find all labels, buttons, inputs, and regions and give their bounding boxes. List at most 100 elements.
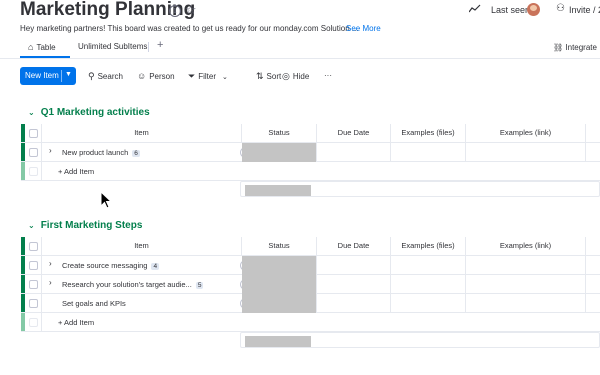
activity-icon[interactable] [469, 4, 481, 14]
add-view-button[interactable]: + [157, 39, 163, 51]
row-checkbox[interactable] [29, 299, 38, 308]
link-cell[interactable] [465, 256, 585, 275]
table-row[interactable]: › Create source messaging 4 [21, 256, 600, 275]
status-summary-bar[interactable] [245, 336, 311, 347]
column-header-status[interactable]: Status [241, 237, 316, 256]
group-title-label: Q1 Marketing activities [40, 107, 150, 118]
table-row[interactable]: › New product launch 6 [21, 143, 600, 162]
files-cell[interactable] [390, 256, 465, 275]
status-cell[interactable] [242, 275, 316, 294]
table-row[interactable]: Set goals and KPIs [21, 294, 600, 313]
column-header-link[interactable]: Examples (link) [465, 124, 585, 143]
filter-button[interactable]: ⏷ Filter ⌄ [188, 71, 228, 82]
status-cell[interactable] [242, 294, 316, 313]
last-seen-label[interactable]: Last seen [491, 5, 530, 15]
extra-cell [585, 256, 600, 275]
select-all-checkbox[interactable] [29, 129, 38, 138]
item-name[interactable]: New product launch 6 [62, 148, 140, 157]
star-icon[interactable]: ☆ [185, 2, 197, 18]
subitems-count-badge[interactable]: 6 [132, 150, 140, 157]
item-name-text: New product launch [62, 148, 129, 157]
see-more-link[interactable]: See More [346, 24, 381, 33]
add-item-cell[interactable]: + Add Item [41, 313, 600, 332]
add-item-row[interactable]: + Add Item [21, 162, 600, 181]
group-summary [240, 332, 600, 348]
due-date-cell[interactable] [316, 143, 390, 162]
group-title-label: First Marketing Steps [40, 220, 143, 231]
info-icon[interactable]: i [169, 5, 181, 17]
sort-button[interactable]: ⇅ Sort [256, 71, 281, 82]
column-header-link[interactable]: Examples (link) [465, 237, 585, 256]
item-name[interactable]: Research your solution's target audie...… [62, 280, 204, 289]
avatar[interactable] [527, 3, 540, 16]
chevron-right-icon[interactable]: › [49, 278, 52, 287]
column-header-files[interactable]: Examples (files) [390, 124, 465, 143]
add-item-input[interactable]: + Add Item [58, 318, 94, 327]
link-cell[interactable] [465, 275, 585, 294]
hide-button[interactable]: ◎ Hide [282, 71, 309, 82]
column-header-files[interactable]: Examples (files) [390, 237, 465, 256]
person-filter-button[interactable]: ☺ Person [137, 71, 175, 81]
mouse-cursor [100, 191, 112, 209]
item-cell[interactable]: Set goals and KPIs [41, 294, 253, 313]
column-header-item[interactable]: Item [41, 124, 241, 143]
tab-unlimited-subitems[interactable]: Unlimited SubItems [78, 42, 147, 51]
subitems-count-badge[interactable]: 4 [151, 263, 160, 270]
new-item-button[interactable]: New Item ▼ [20, 67, 76, 85]
chevron-down-icon[interactable]: ⌄ [28, 108, 35, 117]
item-name-text: Research your solution's target audie... [62, 280, 192, 289]
column-header-due-date[interactable]: Due Date [316, 124, 390, 143]
add-person-icon[interactable]: ⚇ [556, 3, 565, 14]
tab-divider [148, 42, 149, 52]
table-header-row: Item Status Due Date Examples (files) Ex… [21, 237, 600, 256]
add-item-input[interactable]: + Add Item [58, 167, 94, 176]
column-header-status[interactable]: Status [241, 124, 316, 143]
status-cell[interactable] [242, 256, 316, 275]
files-cell[interactable] [390, 143, 465, 162]
due-date-cell[interactable] [316, 275, 390, 294]
status-cell[interactable] [242, 143, 316, 162]
row-checkbox [29, 318, 38, 327]
row-checkbox[interactable] [29, 148, 38, 157]
filter-label: Filter [198, 72, 216, 81]
column-header-item[interactable]: Item [41, 237, 241, 256]
search-button[interactable]: ⚲ Search [88, 71, 123, 82]
subitems-count-badge[interactable]: 5 [195, 282, 204, 289]
invite-button[interactable]: Invite / 2 [569, 5, 600, 15]
item-cell[interactable]: › New product launch 6 [41, 143, 253, 162]
item-name-text: Create source messaging [62, 261, 148, 270]
select-all-checkbox[interactable] [29, 242, 38, 251]
due-date-cell[interactable] [316, 294, 390, 313]
search-label: Search [97, 72, 123, 81]
add-item-cell[interactable]: + Add Item [41, 162, 600, 181]
item-name[interactable]: Set goals and KPIs [62, 299, 126, 308]
due-date-cell[interactable] [316, 256, 390, 275]
status-summary-bar[interactable] [245, 185, 311, 196]
link-cell[interactable] [465, 143, 585, 162]
chevron-down-icon[interactable]: ⌄ [222, 74, 228, 81]
sort-label: Sort [266, 72, 282, 81]
chevron-down-icon[interactable]: ⌄ [28, 221, 35, 230]
row-checkbox[interactable] [29, 280, 38, 289]
item-cell[interactable]: › Research your solution's target audie.… [41, 275, 253, 294]
group-title-first-steps[interactable]: ⌄ First Marketing Steps [28, 220, 142, 231]
integrate-button[interactable]: ⛓ Integrate [553, 43, 597, 52]
table-row[interactable]: › Research your solution's target audie.… [21, 275, 600, 294]
files-cell[interactable] [390, 275, 465, 294]
add-item-row[interactable]: + Add Item [21, 313, 600, 332]
column-header-due-date[interactable]: Due Date [316, 237, 390, 256]
integrate-icon: ⛓ [553, 43, 564, 52]
hide-label: Hide [292, 72, 310, 81]
link-cell[interactable] [465, 294, 585, 313]
item-name[interactable]: Create source messaging 4 [62, 261, 160, 270]
row-checkbox[interactable] [29, 261, 38, 270]
group-title-q1[interactable]: ⌄ Q1 Marketing activities [28, 107, 150, 118]
item-cell[interactable]: › Create source messaging 4 [41, 256, 253, 275]
tab-table[interactable]: ⌂ Table [28, 42, 56, 52]
chevron-right-icon[interactable]: › [49, 146, 52, 155]
more-actions-button[interactable]: ··· [324, 71, 332, 80]
chevron-down-icon[interactable]: ▼ [65, 71, 72, 78]
files-cell[interactable] [390, 294, 465, 313]
chevron-right-icon[interactable]: › [49, 259, 52, 268]
group-summary [240, 181, 600, 197]
